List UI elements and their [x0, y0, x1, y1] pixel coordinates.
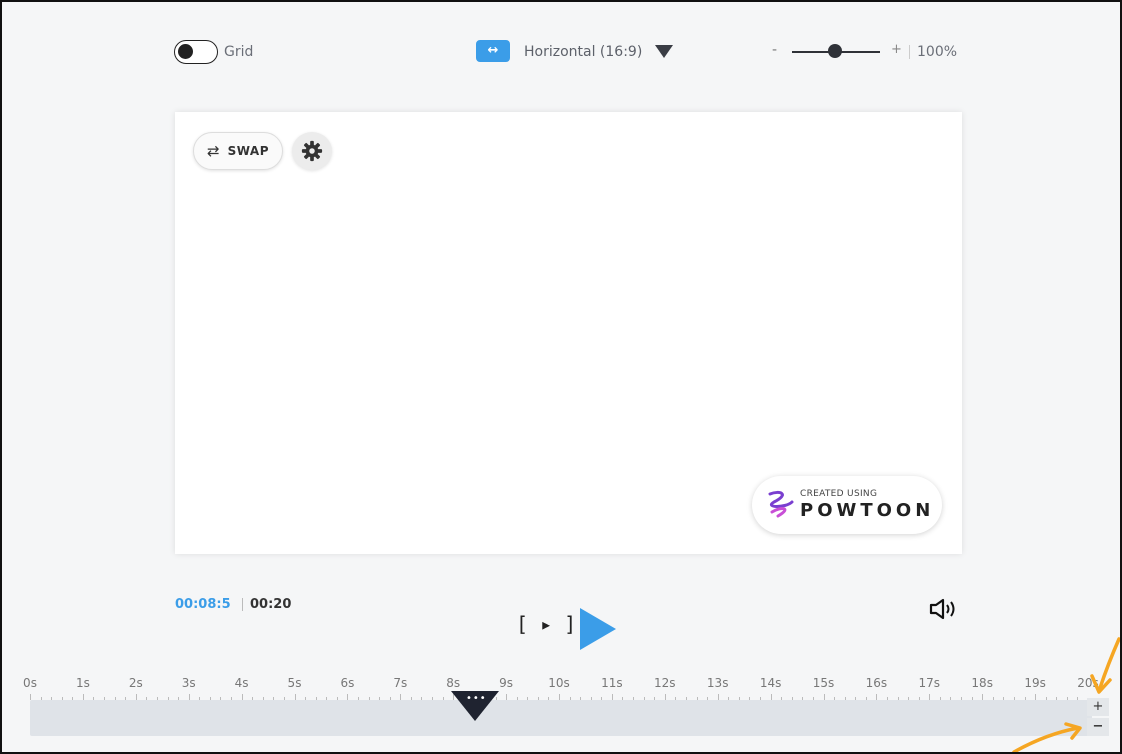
swap-button[interactable]: ⇄ SWAP [193, 132, 283, 170]
annotation-arrow-icon [1090, 637, 1121, 694]
time-divider [242, 598, 243, 611]
annotation-arrow-icon [1012, 722, 1082, 754]
timeline-tick-label: 5s [287, 676, 302, 690]
playhead-menu-icon[interactable]: ••• [466, 694, 486, 704]
timeline-track[interactable] [30, 700, 1092, 736]
timeline-tick-label: 1s [75, 676, 90, 690]
zoom-out-button[interactable]: - [772, 42, 777, 58]
chevron-down-icon[interactable] [655, 45, 673, 58]
timeline-tick-label: 12s [654, 676, 676, 690]
timeline-tick-label: 0s [23, 676, 37, 690]
timeline-tick-label: 2s [128, 676, 143, 690]
aspect-ratio-label[interactable]: Horizontal (16:9) [524, 44, 642, 60]
play-icon[interactable] [580, 608, 616, 650]
preview-scene-button[interactable]: [ ▸ ] [516, 612, 576, 636]
grid-label: Grid [224, 44, 254, 60]
settings-button[interactable] [292, 132, 332, 170]
timeline-tick-label: 16s [865, 676, 888, 690]
timeline-tick-label: 3s [181, 676, 196, 690]
aspect-ratio-icon[interactable]: ↔ [476, 40, 510, 62]
timeline-tick-label: 10s [548, 676, 570, 690]
zoom-slider-handle[interactable] [828, 44, 842, 58]
timeline-tick-label: 8s [446, 676, 461, 690]
timeline-tick-label: 14s [759, 676, 782, 690]
gear-icon [301, 140, 323, 162]
zoom-value: 100% [917, 44, 958, 60]
timeline-ruler[interactable]: 0s 1s 2s 3s 4s 5s 6s 7s 8s 9s 10s 11s 12s 13s 14s 15s 16… [0, 676, 1122, 700]
timeline-tick-label: 15s [812, 676, 835, 690]
timeline-tick-label: 11s [601, 676, 623, 690]
timeline-tick-label: 13s [706, 676, 729, 690]
timeline-zoom-out-button[interactable]: − [1087, 718, 1109, 736]
grid-toggle[interactable] [174, 40, 218, 64]
badge-caption: CREATED USING [800, 489, 878, 499]
created-using-powtoon-badge: CREATED USING POWTOON [752, 476, 942, 534]
total-time: 00:20 [250, 597, 292, 612]
zoom-divider [909, 45, 910, 59]
swap-icon: ⇄ [207, 142, 220, 160]
timeline-zoom-in-button[interactable]: + [1087, 698, 1109, 716]
timeline-tick-label: 9s [499, 676, 514, 690]
badge-brand: POWTOON [800, 500, 935, 521]
toggle-knob [178, 44, 193, 59]
timeline-tick-label: 6s [340, 676, 355, 690]
swap-label: SWAP [227, 144, 269, 158]
timeline-tick-label: 4s [234, 676, 249, 690]
timeline-tick-label: 7s [393, 676, 408, 690]
volume-icon[interactable] [928, 597, 962, 621]
zoom-in-button[interactable]: + [891, 42, 902, 57]
timeline-tick-label: 19s [1024, 676, 1046, 690]
current-time: 00:08:5 [175, 597, 231, 612]
timeline-tick-label: 18s [971, 676, 993, 690]
powtoon-logo-icon [768, 490, 794, 518]
timeline-tick-label: 17s [918, 676, 941, 690]
scene-canvas[interactable]: ⇄ SWAP CREATED USING POWTOON [175, 112, 962, 554]
